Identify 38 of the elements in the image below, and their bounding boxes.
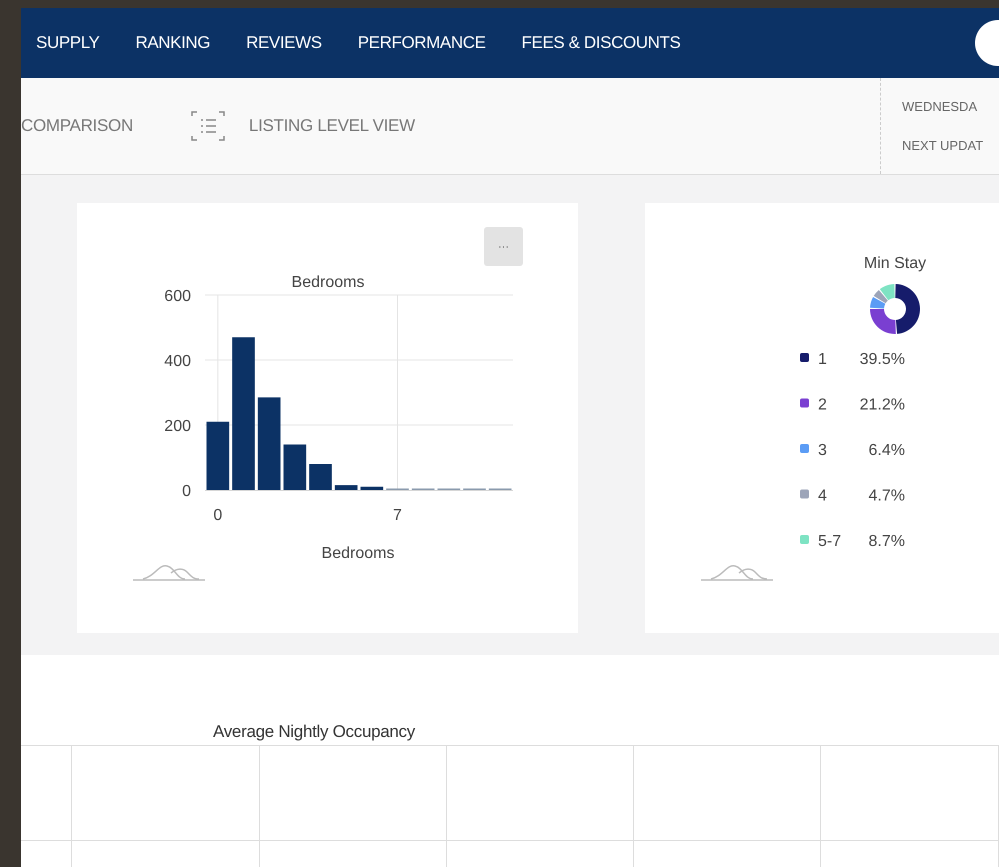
y-tick-label: 0 (182, 483, 191, 500)
nav-link[interactable]: REVIEWS (246, 33, 322, 53)
y-tick-label: 400 (164, 353, 191, 370)
update-info-text: WEDNESDA (902, 99, 978, 114)
chart-title: Min Stay (864, 255, 926, 272)
legend-label: 1 (818, 351, 827, 368)
y-tick-label: 600 (164, 288, 191, 305)
chart-title: Bedrooms (292, 274, 364, 291)
nav-link[interactable]: FEES & DISCOUNTS (522, 33, 680, 53)
bar (334, 485, 358, 490)
x-tick-label: 0 (213, 507, 222, 524)
more-button[interactable]: ··· (484, 227, 523, 266)
legend-value: 8.7% (868, 533, 905, 550)
list-icon[interactable] (190, 111, 225, 141)
axis-title: Bedrooms (322, 545, 394, 562)
legend-value: 6.4% (868, 442, 905, 459)
nav-link[interactable]: RANKING (135, 33, 210, 53)
legend-value: 39.5% (860, 351, 905, 368)
bar (360, 486, 384, 490)
legend-label: 3 (818, 442, 827, 459)
legend-label: 5-7 (818, 533, 842, 550)
x-tick-label: 7 (393, 507, 402, 524)
bar (309, 464, 332, 490)
nav-link[interactable]: SUPPLY (36, 33, 100, 53)
view-link[interactable]: LISTING LEVEL VIEW (248, 116, 415, 136)
update-info-text: NEXT UPDAT (902, 138, 984, 153)
table-title: Average Nightly Occupancy (213, 722, 415, 742)
nav-link[interactable]: PERFORMANCE (358, 33, 486, 53)
legend-value: 21.2% (860, 396, 905, 414)
legend-label: 2 (818, 396, 827, 414)
mountain-icon (133, 565, 205, 581)
y-tick-label: 200 (164, 418, 191, 435)
bar (206, 422, 230, 490)
legend-label: 4 (818, 488, 827, 504)
mountain-icon (701, 565, 773, 581)
legend-value: 4.7% (868, 488, 905, 504)
view-link[interactable]: COMPARISON (21, 116, 133, 136)
bar (284, 444, 306, 490)
